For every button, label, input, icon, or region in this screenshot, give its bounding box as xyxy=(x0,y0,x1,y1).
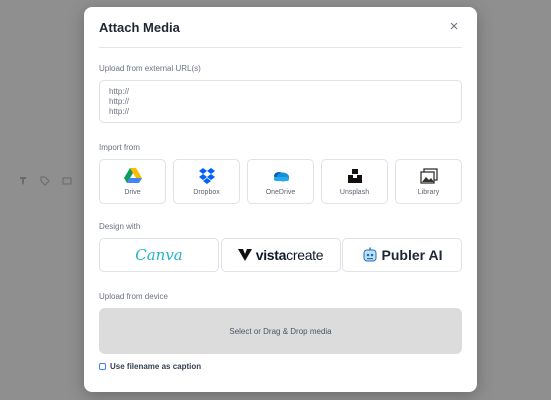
pin-icon xyxy=(18,176,28,186)
design-section-label: Design with xyxy=(99,222,141,231)
canva-button[interactable]: Canva xyxy=(99,238,219,272)
canva-logo: Canva xyxy=(135,246,183,264)
import-dropbox-button[interactable]: Dropbox xyxy=(173,159,240,204)
tile-label: Drive xyxy=(124,188,141,196)
filename-caption-checkbox[interactable] xyxy=(99,363,106,370)
close-icon[interactable]: × xyxy=(446,19,462,35)
modal-header: Attach Media × xyxy=(99,7,462,48)
publer-ai-logo: Publer AI xyxy=(381,247,443,263)
vistacreate-icon xyxy=(237,249,252,261)
import-onedrive-button[interactable]: OneDrive xyxy=(247,159,314,204)
import-library-button[interactable]: Library xyxy=(395,159,462,204)
url-textarea[interactable]: http:// http:// http:// xyxy=(99,80,462,123)
unsplash-icon xyxy=(347,168,362,183)
background-toolbar xyxy=(18,176,72,186)
import-drive-button[interactable]: Drive xyxy=(99,159,166,204)
import-sources: Drive Dropbox OneDrive Unsplash Library xyxy=(99,159,462,204)
url-section-label: Upload from external URL(s) xyxy=(99,64,201,73)
filename-caption-label[interactable]: Use filename as caption xyxy=(110,362,201,371)
vistacreate-logo: vistacreate xyxy=(256,247,324,263)
device-section-label: Upload from device xyxy=(99,292,168,301)
attach-media-modal: Attach Media × Upload from external URL(… xyxy=(84,7,477,392)
tile-label: Library xyxy=(417,188,440,196)
import-section-label: Import from xyxy=(99,143,140,152)
media-dropzone[interactable]: Select or Drag & Drop media xyxy=(99,308,462,354)
url-line: http:// xyxy=(109,97,130,106)
url-line: http:// xyxy=(109,107,130,116)
vista-prefix: vista xyxy=(255,247,287,263)
tile-label: Unsplash xyxy=(339,188,370,196)
publer-ai-button[interactable]: Publer AI xyxy=(342,238,462,272)
vista-suffix: create xyxy=(286,247,324,263)
publer-ai-robot-icon xyxy=(363,247,377,262)
design-tools: Canva vistacreate Publer AI xyxy=(99,238,462,272)
onedrive-icon xyxy=(273,171,289,181)
tag-icon xyxy=(40,176,50,186)
image-icon xyxy=(62,176,72,186)
import-unsplash-button[interactable]: Unsplash xyxy=(321,159,388,204)
library-icon xyxy=(419,167,438,184)
google-drive-icon xyxy=(123,167,142,183)
dropbox-icon xyxy=(198,167,215,184)
tile-label: Dropbox xyxy=(193,188,220,196)
caption-option: Use filename as caption xyxy=(99,362,462,371)
vistacreate-button[interactable]: vistacreate xyxy=(220,238,341,272)
tile-label: OneDrive xyxy=(265,188,296,196)
modal-title: Attach Media xyxy=(99,19,180,35)
url-line: http:// xyxy=(109,87,130,96)
